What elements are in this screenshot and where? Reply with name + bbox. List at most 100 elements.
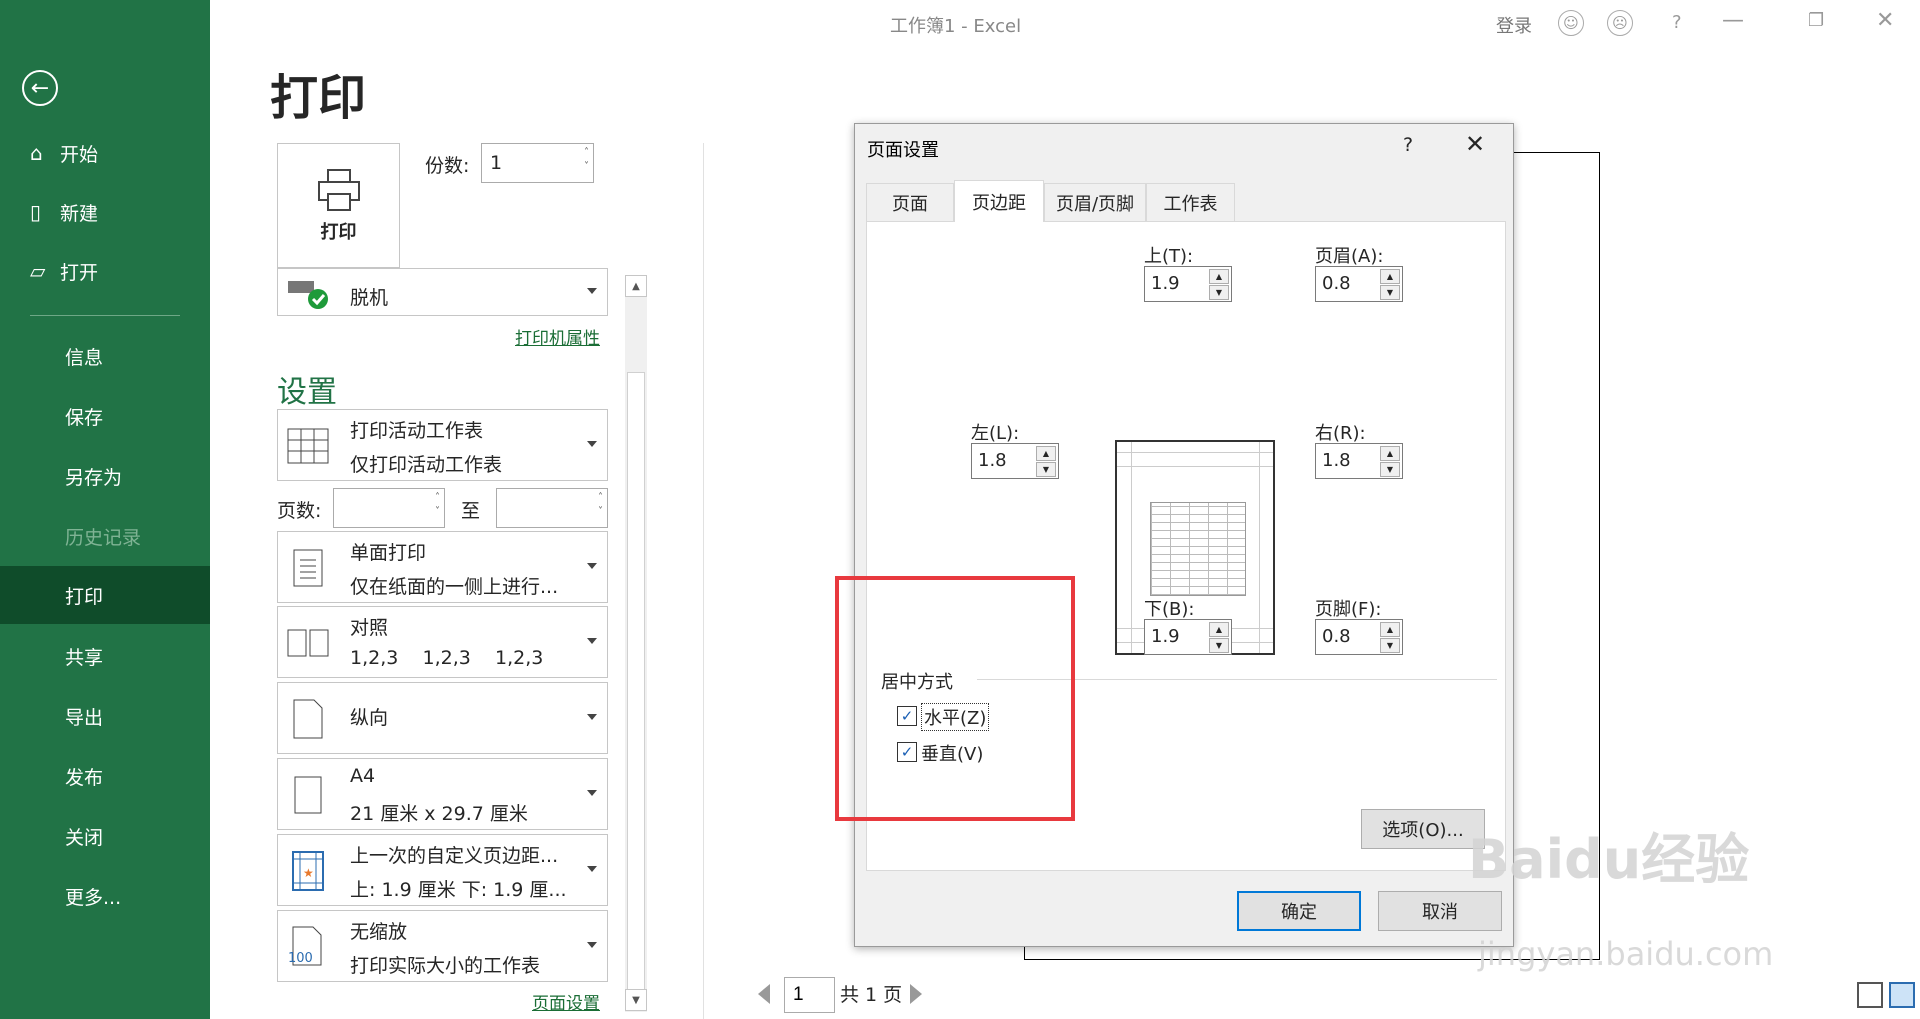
restore-icon[interactable]: ❐: [1808, 10, 1824, 31]
sidebar-item-export[interactable]: 导出: [0, 687, 210, 745]
sidebar-item-save[interactable]: 保存: [0, 387, 210, 445]
print-what-dropdown[interactable]: 打印活动工作表 仅打印活动工作表: [277, 409, 608, 481]
sidebar-item-label: 保存: [65, 406, 104, 429]
stepper-arrows-icon[interactable]: ˄ ˅: [584, 146, 589, 174]
sidebar-item-info[interactable]: 信息: [0, 327, 210, 385]
tab-header-footer[interactable]: 页眉/页脚: [1044, 183, 1146, 221]
minimize-icon[interactable]: —: [1722, 8, 1744, 33]
footer-margin-stepper[interactable]: 0.8 ▲ ▼: [1315, 619, 1403, 655]
setting-main: 上一次的自定义页边距...: [350, 845, 559, 867]
current-page-input[interactable]: [784, 977, 835, 1013]
cancel-button[interactable]: 取消: [1378, 891, 1502, 931]
folder-icon: ▱: [30, 259, 46, 283]
spin-down-icon[interactable]: ▼: [1209, 638, 1229, 653]
paper-size-dropdown[interactable]: A4 21 厘米 x 29.7 厘米: [277, 758, 608, 830]
sidebar-item-label: 打开: [60, 261, 99, 284]
chevron-down-icon: [587, 714, 597, 720]
window-title: 工作簿1 - Excel: [890, 16, 1022, 37]
spin-up-icon[interactable]: ▲: [1380, 622, 1400, 637]
frown-icon[interactable]: ☹: [1607, 10, 1633, 36]
stepper-arrows-icon[interactable]: ˄ ˅: [598, 491, 603, 519]
right-margin-label: 右(R):: [1315, 423, 1366, 444]
close-window-icon[interactable]: ✕: [1876, 8, 1894, 33]
sidebar-item-share[interactable]: 共享: [0, 627, 210, 685]
smile-icon[interactable]: ☺: [1558, 10, 1584, 36]
dialog-close-icon[interactable]: ✕: [1465, 130, 1485, 158]
sidebar-item-open[interactable]: ▱ 打开: [0, 242, 210, 300]
spin-up-icon[interactable]: ▲: [1209, 269, 1229, 284]
normal-view-icon[interactable]: [1857, 982, 1883, 1008]
total-pages: 共 1 页: [840, 984, 903, 1006]
print-button[interactable]: 打印: [277, 143, 400, 268]
chevron-down-icon: [587, 563, 597, 569]
collate-dropdown[interactable]: 对照 1,2,3 1,2,3 1,2,3: [277, 606, 608, 678]
spin-down-icon[interactable]: ▼: [1380, 638, 1400, 653]
spin-down-icon[interactable]: ▼: [1380, 285, 1400, 300]
help-icon[interactable]: ?: [1672, 12, 1682, 33]
left-margin-stepper[interactable]: 1.8 ▲ ▼: [971, 443, 1059, 479]
no-scaling-icon: 100: [286, 925, 330, 969]
login-link[interactable]: 登录: [1496, 12, 1532, 38]
header-margin-stepper[interactable]: 0.8 ▲ ▼: [1315, 266, 1403, 302]
spin-down-icon[interactable]: ▼: [1209, 285, 1229, 300]
chevron-down-icon: [587, 942, 597, 948]
collated-pages-icon: [286, 621, 330, 665]
top-margin-stepper[interactable]: 1.9 ▲ ▼: [1144, 266, 1232, 302]
setting-main: A4: [350, 765, 376, 787]
back-arrow-icon[interactable]: ←: [22, 70, 58, 106]
chevron-down-icon: [587, 288, 597, 294]
left-margin-label: 左(L):: [971, 423, 1020, 444]
scaling-dropdown[interactable]: 100 无缩放 打印实际大小的工作表: [277, 910, 608, 982]
top-margin-label: 上(T):: [1144, 246, 1194, 267]
orientation-dropdown[interactable]: 纵向: [277, 682, 608, 754]
sidebar-item-label: 另存为: [65, 466, 123, 489]
spin-down-icon[interactable]: ▼: [1380, 462, 1400, 477]
sidebar-item-save-as[interactable]: 另存为: [0, 447, 210, 505]
sidebar-item-more[interactable]: 更多...: [0, 867, 210, 925]
sidebar-item-label: 打印: [65, 585, 104, 608]
printer-dropdown[interactable]: 脱机: [277, 268, 608, 316]
right-margin-stepper[interactable]: 1.8 ▲ ▼: [1315, 443, 1403, 479]
tab-sheet[interactable]: 工作表: [1146, 183, 1235, 221]
tab-margins[interactable]: 页边距: [954, 180, 1044, 222]
scroll-up-icon[interactable]: ▲: [625, 275, 647, 297]
prev-page-icon[interactable]: [758, 984, 770, 1004]
header-margin-label: 页眉(A):: [1315, 246, 1384, 267]
sidebar-item-label: 发布: [65, 766, 104, 789]
spin-up-icon[interactable]: ▲: [1380, 269, 1400, 284]
spin-up-icon[interactable]: ▲: [1209, 622, 1229, 637]
tab-page[interactable]: 页面: [866, 183, 954, 221]
ok-button[interactable]: 确定: [1237, 891, 1361, 931]
spin-up-icon[interactable]: ▲: [1380, 446, 1400, 461]
options-button[interactable]: 选项(O)...: [1361, 809, 1485, 849]
sidebar-item-publish[interactable]: 发布: [0, 747, 210, 805]
sidebar-item-print[interactable]: 打印: [0, 566, 210, 624]
stepper-arrows-icon[interactable]: ˄ ˅: [435, 491, 440, 519]
print-button-label: 打印: [320, 221, 357, 243]
pages-to-input[interactable]: ˄ ˅: [496, 488, 608, 528]
bottom-margin-stepper[interactable]: 1.9 ▲ ▼: [1144, 619, 1232, 655]
scale-icon-text: 100: [288, 951, 313, 966]
sidebar-item-close[interactable]: 关闭: [0, 807, 210, 865]
sidebar-item-label: 共享: [65, 646, 104, 669]
page-title: 打印: [270, 70, 367, 126]
printer-properties-link[interactable]: 打印机属性: [515, 324, 600, 349]
scrollbar-thumb[interactable]: [627, 372, 645, 1002]
right-margin-value: 1.8: [1322, 450, 1351, 471]
page-setup-link[interactable]: 页面设置: [532, 989, 600, 1014]
sidebar-item-new[interactable]: ▯ 新建: [0, 183, 210, 241]
spin-up-icon[interactable]: ▲: [1036, 446, 1056, 461]
next-page-icon[interactable]: [910, 984, 922, 1004]
page-setup-dialog: 页面设置 ? ✕ 页面 页边距 页眉/页脚 工作表 上(T): 1.9 ▲ ▼ 页眉…: [854, 123, 1514, 947]
sides-dropdown[interactable]: 单面打印 仅在纸面的一侧上进行...: [277, 531, 608, 603]
highlight-box: [835, 576, 1075, 821]
dialog-help-icon[interactable]: ?: [1403, 134, 1413, 156]
margins-dropdown[interactable]: ★ 上一次的自定义页边距... 上: 1.9 厘米 下: 1.9 厘...: [277, 834, 608, 906]
spin-down-icon[interactable]: ▼: [1036, 462, 1056, 477]
copies-stepper[interactable]: 1 ˄ ˅: [481, 143, 594, 183]
scroll-down-icon[interactable]: ▼: [625, 989, 647, 1011]
pages-from-input[interactable]: ˄ ˅: [333, 488, 445, 528]
sidebar-item-home[interactable]: ⌂ 开始: [0, 124, 210, 182]
page-view-icon[interactable]: [1889, 982, 1915, 1008]
chevron-down-icon: [587, 638, 597, 644]
